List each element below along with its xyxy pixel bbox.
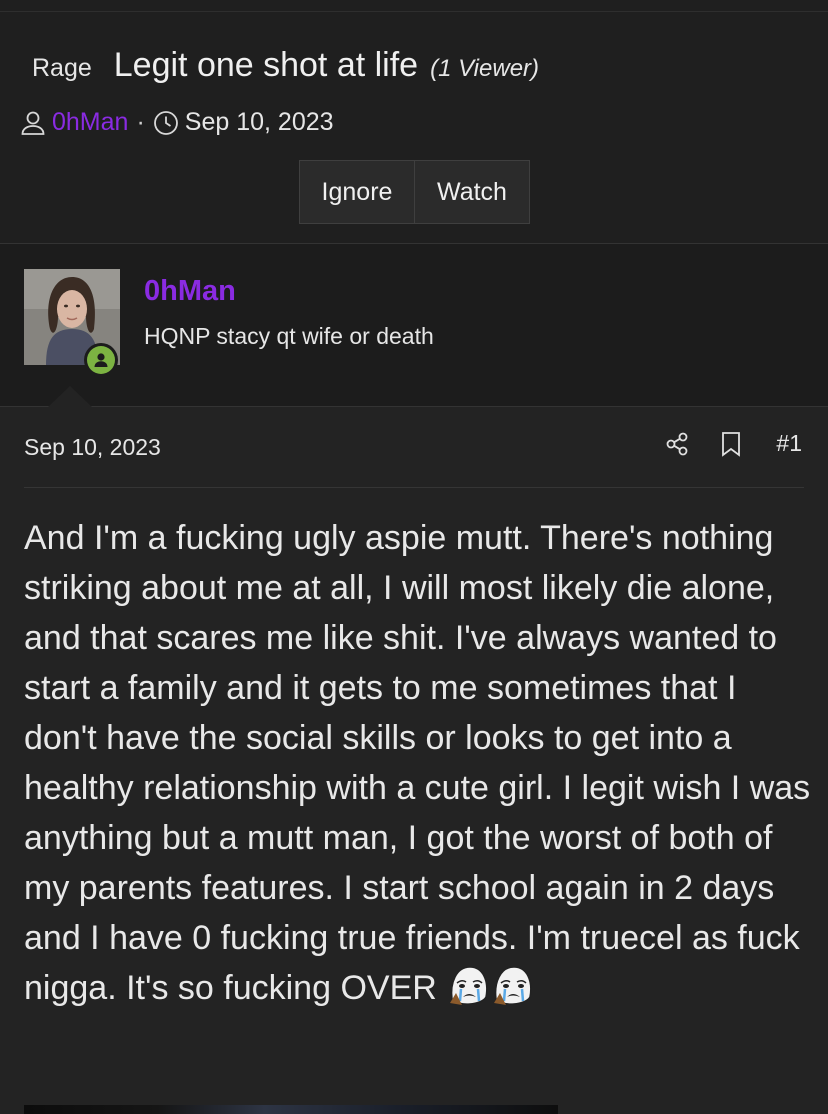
watch-button[interactable]: Watch (415, 160, 530, 224)
thread-date[interactable]: Sep 10, 2023 (185, 108, 334, 137)
crying-face-emoji (448, 963, 490, 1007)
thread-title: Legit one shot at life (113, 46, 419, 84)
online-user-icon (94, 353, 108, 367)
post-date[interactable]: Sep 10, 2023 (24, 434, 161, 461)
post-body: And I'm a fucking ugly aspie mutt. There… (24, 513, 814, 1013)
post-text: And I'm a fucking ugly aspie mutt. There… (24, 519, 811, 1007)
clock-icon (153, 110, 179, 136)
post-header-divider (24, 487, 804, 488)
thread-prefix[interactable]: Rage (32, 54, 92, 83)
message-arrow (48, 386, 92, 407)
bookmark-icon[interactable] (720, 431, 742, 457)
top-divider (0, 11, 828, 12)
post-author-username[interactable]: 0hMan (144, 275, 236, 308)
thread-action-buttons: Ignore Watch (299, 160, 530, 224)
crying-face-emoji (492, 963, 534, 1007)
online-status-badge (84, 343, 118, 377)
thread-meta: 0hMan · Sep 10, 2023 (20, 108, 334, 137)
post-number-link[interactable]: #1 (776, 430, 802, 457)
meta-separator: · (136, 108, 145, 136)
user-icon (20, 110, 46, 136)
viewer-count: (1 Viewer) (430, 55, 540, 82)
thread-header: Rage Legit one shot at life (1 Viewer) (32, 46, 539, 85)
ignore-button[interactable]: Ignore (299, 160, 415, 224)
user-title: HQNP stacy qt wife or death (144, 323, 434, 349)
thread-author-link[interactable]: 0hMan (52, 108, 128, 137)
share-icon[interactable] (664, 431, 690, 457)
post-actions: #1 (664, 430, 802, 457)
attached-image[interactable] (24, 1105, 558, 1114)
